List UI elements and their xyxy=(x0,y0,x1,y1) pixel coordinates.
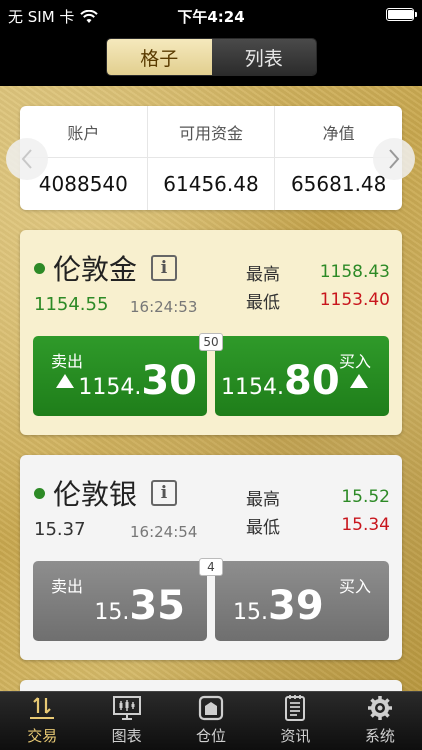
sell-price-digits: 35 xyxy=(129,583,185,629)
news-icon xyxy=(285,695,306,721)
sell-price: 15. 35 xyxy=(94,583,185,629)
up-arrow-icon xyxy=(56,374,75,388)
up-arrow-icon xyxy=(349,374,368,388)
battery-level xyxy=(388,10,413,19)
position-icon xyxy=(198,695,224,721)
high-value: 1158.43 xyxy=(319,262,390,282)
spread-badge: 50 xyxy=(199,333,223,351)
view-segment-control: 格子 列表 xyxy=(106,38,317,76)
low-label: 最低 xyxy=(246,292,280,313)
instrument-last-price: 15.37 xyxy=(34,519,86,540)
tab-position[interactable]: 仓位 xyxy=(169,692,253,750)
tab-label: 交易 xyxy=(27,727,58,745)
instrument-last-price: 1154.55 xyxy=(34,294,109,315)
buy-price: 1154. 80 xyxy=(221,358,372,404)
instrument-name: 伦敦金 xyxy=(53,253,138,286)
instrument-header: 伦敦金 i xyxy=(34,248,178,288)
instrument-quote-time: 16:24:53 xyxy=(130,298,198,316)
instrument-header: 伦敦银 i xyxy=(34,473,178,513)
instrument-card-partial xyxy=(20,680,402,691)
tab-label: 仓位 xyxy=(196,727,227,745)
segment-list-button[interactable]: 列表 xyxy=(211,39,316,75)
buy-price-digits: 80 xyxy=(283,358,340,404)
next-account-button[interactable] xyxy=(373,138,415,180)
high-low-block: 最高 15.52 最低 15.34 xyxy=(246,483,390,539)
sell-price-prefix: 1154. xyxy=(78,375,142,400)
spread-badge: 4 xyxy=(199,558,223,576)
segment-grid-button[interactable]: 格子 xyxy=(107,39,212,75)
account-summary-card: 账户 4088540 可用资金 61456.48 净值 65681.48 xyxy=(20,106,403,210)
sell-price-digits: 30 xyxy=(141,358,197,404)
tab-trade[interactable]: 交易 xyxy=(0,692,84,750)
status-dot-icon xyxy=(34,262,45,274)
high-label: 最高 xyxy=(246,264,280,285)
sell-label: 卖出 xyxy=(51,577,84,596)
chevron-left-icon xyxy=(21,149,32,169)
available-funds-value: 61456.48 xyxy=(163,172,259,196)
instrument-name: 伦敦银 xyxy=(53,478,138,511)
low-value: 15.34 xyxy=(341,515,390,535)
chevron-right-icon xyxy=(389,149,400,169)
available-funds-label: 可用资金 xyxy=(147,106,275,158)
buy-price-digits: 39 xyxy=(268,583,324,629)
gear-icon xyxy=(367,696,392,720)
status-dot-icon xyxy=(34,487,45,499)
sell-button[interactable]: 卖出 1154. 30 xyxy=(33,336,207,416)
high-label: 最高 xyxy=(246,489,280,510)
tab-bar: 交易 图表 仓位 资讯 系统 xyxy=(0,691,422,750)
available-funds-column: 可用资金 61456.48 xyxy=(147,106,276,210)
tab-chart[interactable]: 图表 xyxy=(84,692,168,750)
buy-button[interactable]: 买入 1154. 80 xyxy=(215,336,389,416)
buy-price-prefix: 1154. xyxy=(221,375,284,400)
status-time: 下午4:24 xyxy=(177,8,245,26)
sell-price: 1154. 30 xyxy=(52,358,197,404)
tab-label: 资讯 xyxy=(280,727,311,745)
tab-label: 系统 xyxy=(364,727,395,745)
battery-icon xyxy=(386,8,417,21)
buy-label: 买入 xyxy=(338,577,371,596)
info-icon[interactable]: i xyxy=(151,255,178,281)
buy-price: 15. 39 xyxy=(233,583,324,629)
tab-label: 图表 xyxy=(111,727,142,745)
high-value: 15.52 xyxy=(341,487,390,507)
low-value: 1153.40 xyxy=(319,290,390,310)
info-icon[interactable]: i xyxy=(151,480,178,506)
instrument-card-gold: 伦敦金 i 1154.55 16:24:53 最高 1158.43 最低 1153.… xyxy=(20,230,402,435)
low-label: 最低 xyxy=(246,517,280,538)
tab-news[interactable]: 资讯 xyxy=(253,692,337,750)
sell-button[interactable]: 卖出 15. 35 xyxy=(33,561,207,641)
main-content: 账户 4088540 可用资金 61456.48 净值 65681.48 伦敦金… xyxy=(0,86,422,691)
instrument-card-silver: 伦敦银 i 15.37 16:24:54 最高 15.52 最低 15.34 4 卖… xyxy=(20,455,402,660)
high-low-block: 最高 1158.43 最低 1153.40 xyxy=(246,258,390,314)
buy-price-prefix: 15. xyxy=(233,600,268,625)
nav-bar: 格子 列表 xyxy=(0,30,422,86)
buy-button[interactable]: 买入 15. 39 xyxy=(215,561,389,641)
prev-account-button[interactable] xyxy=(6,138,48,180)
trade-icon xyxy=(30,697,55,719)
status-bar: 无 SIM 卡 下午4:24 xyxy=(0,0,422,30)
sell-price-prefix: 15. xyxy=(94,600,130,625)
tab-system[interactable]: 系统 xyxy=(338,692,422,750)
chart-icon xyxy=(112,696,141,720)
instrument-quote-time: 16:24:54 xyxy=(130,523,198,541)
